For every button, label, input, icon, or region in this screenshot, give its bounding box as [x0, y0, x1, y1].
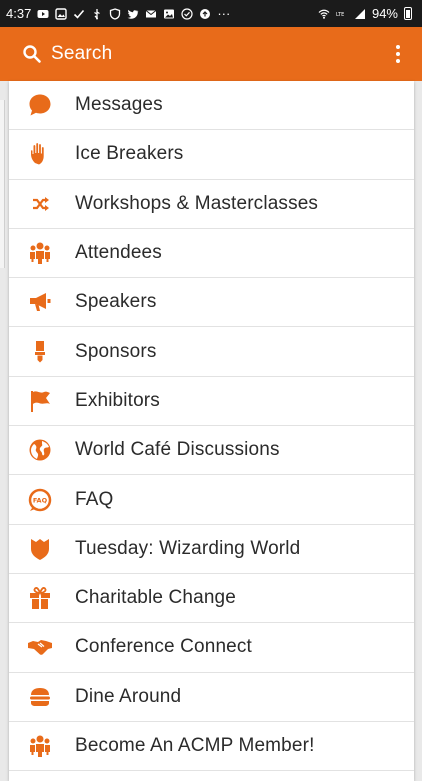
status-bar: 4:37 ··· LTE 94%: [0, 0, 422, 27]
menu-item-dine-around[interactable]: Dine Around: [9, 673, 414, 722]
wifi-icon: [318, 8, 330, 20]
flag-icon: [26, 387, 54, 415]
menu-item-label: Dine Around: [75, 685, 182, 707]
status-bar-right: LTE 94%: [318, 6, 412, 21]
image-notification-icon: [55, 7, 68, 20]
overflow-dot: [396, 45, 400, 49]
shuffle-icon: [26, 190, 54, 218]
shield-icon: [26, 535, 54, 563]
hand-icon: [26, 140, 54, 168]
menu-item-label: Become An ACMP Member!: [75, 735, 315, 756]
check-icon: [73, 8, 85, 20]
battery-percent: 94%: [371, 6, 398, 21]
handshake-icon: [26, 633, 54, 661]
battery-icon: [404, 7, 412, 20]
menu-item-label: FAQ: [75, 488, 114, 510]
megaphone-icon: [26, 288, 54, 316]
menu-item-attendees[interactable]: Attendees: [9, 229, 414, 279]
menu-item-label: Exhibitors: [75, 389, 160, 411]
more-notifications-indicator: ···: [217, 6, 231, 21]
twitter-icon: [127, 8, 139, 20]
menu-item-become-member[interactable]: Become An ACMP Member!: [9, 722, 414, 772]
menu-item-exhibitors[interactable]: Exhibitors: [9, 377, 414, 427]
photo-notification-icon: [163, 8, 175, 20]
menu-item-tuesday[interactable]: Tuesday: Wizarding World: [9, 525, 414, 574]
menu-item-label: Workshops & Masterclasses: [75, 192, 319, 214]
menu-item-label: Ice Breakers: [75, 143, 184, 165]
menu-item-label: Attendees: [75, 242, 162, 264]
gift-icon: [26, 584, 54, 612]
menu-item-ice-breakers[interactable]: Ice Breakers: [9, 130, 414, 180]
menu-item-label: Messages: [75, 94, 163, 116]
burger-icon: [26, 683, 54, 711]
svg-text:LTE: LTE: [336, 12, 344, 18]
app-bar: Search: [0, 27, 422, 81]
menu-list: Messages Ice Breakers Workshops & Master…: [9, 81, 414, 781]
people-icon: [26, 732, 54, 760]
menu-item-label: Charitable Change: [75, 587, 236, 609]
faq-bubble-icon: FAQ: [26, 486, 54, 514]
menu-item-conference-connect[interactable]: Conference Connect: [9, 623, 414, 673]
menu-item-messages[interactable]: Messages: [9, 81, 414, 131]
menu-item-label: Tuesday: Wizarding World: [75, 537, 301, 559]
menu-item-speakers[interactable]: Speakers: [9, 278, 414, 328]
search-button[interactable]: Search: [22, 43, 112, 65]
menu-item-label: Sponsors: [75, 340, 157, 362]
globe-icon: [26, 436, 54, 464]
status-bar-left: 4:37 ···: [6, 6, 230, 21]
search-label: Search: [51, 43, 113, 64]
volte-icon: LTE: [336, 8, 348, 20]
usb-icon: [91, 8, 103, 20]
medal-icon: [26, 338, 54, 366]
svg-text:FAQ: FAQ: [33, 496, 48, 504]
cloud-sync-icon: [199, 8, 211, 20]
youtube-notification-icon: [37, 8, 49, 20]
overflow-menu-button[interactable]: [388, 39, 408, 69]
overflow-dot: [396, 52, 400, 56]
menu-item-charitable-change[interactable]: Charitable Change: [9, 574, 414, 624]
overflow-dot: [396, 59, 400, 63]
side-drawer-handle[interactable]: [0, 100, 5, 268]
chat-bubble-icon: [26, 91, 54, 119]
status-time: 4:37: [6, 6, 32, 21]
menu-item-label: Speakers: [75, 291, 157, 313]
menu-item-faq[interactable]: FAQ FAQ: [9, 475, 414, 525]
menu-item-sponsors[interactable]: Sponsors: [9, 327, 414, 377]
signal-icon: [354, 8, 366, 20]
people-icon: [26, 239, 54, 267]
search-icon: [22, 44, 42, 64]
check-circle-icon: [181, 7, 193, 20]
menu-item-world-cafe[interactable]: World Café Discussions: [9, 426, 414, 476]
shield-notification-icon: [109, 7, 121, 20]
email-notification-icon: [145, 8, 157, 20]
menu-item-workshops[interactable]: Workshops & Masterclasses: [9, 180, 414, 229]
menu-item-label: World Café Discussions: [75, 439, 280, 461]
menu-item-label: Conference Connect: [75, 636, 252, 658]
